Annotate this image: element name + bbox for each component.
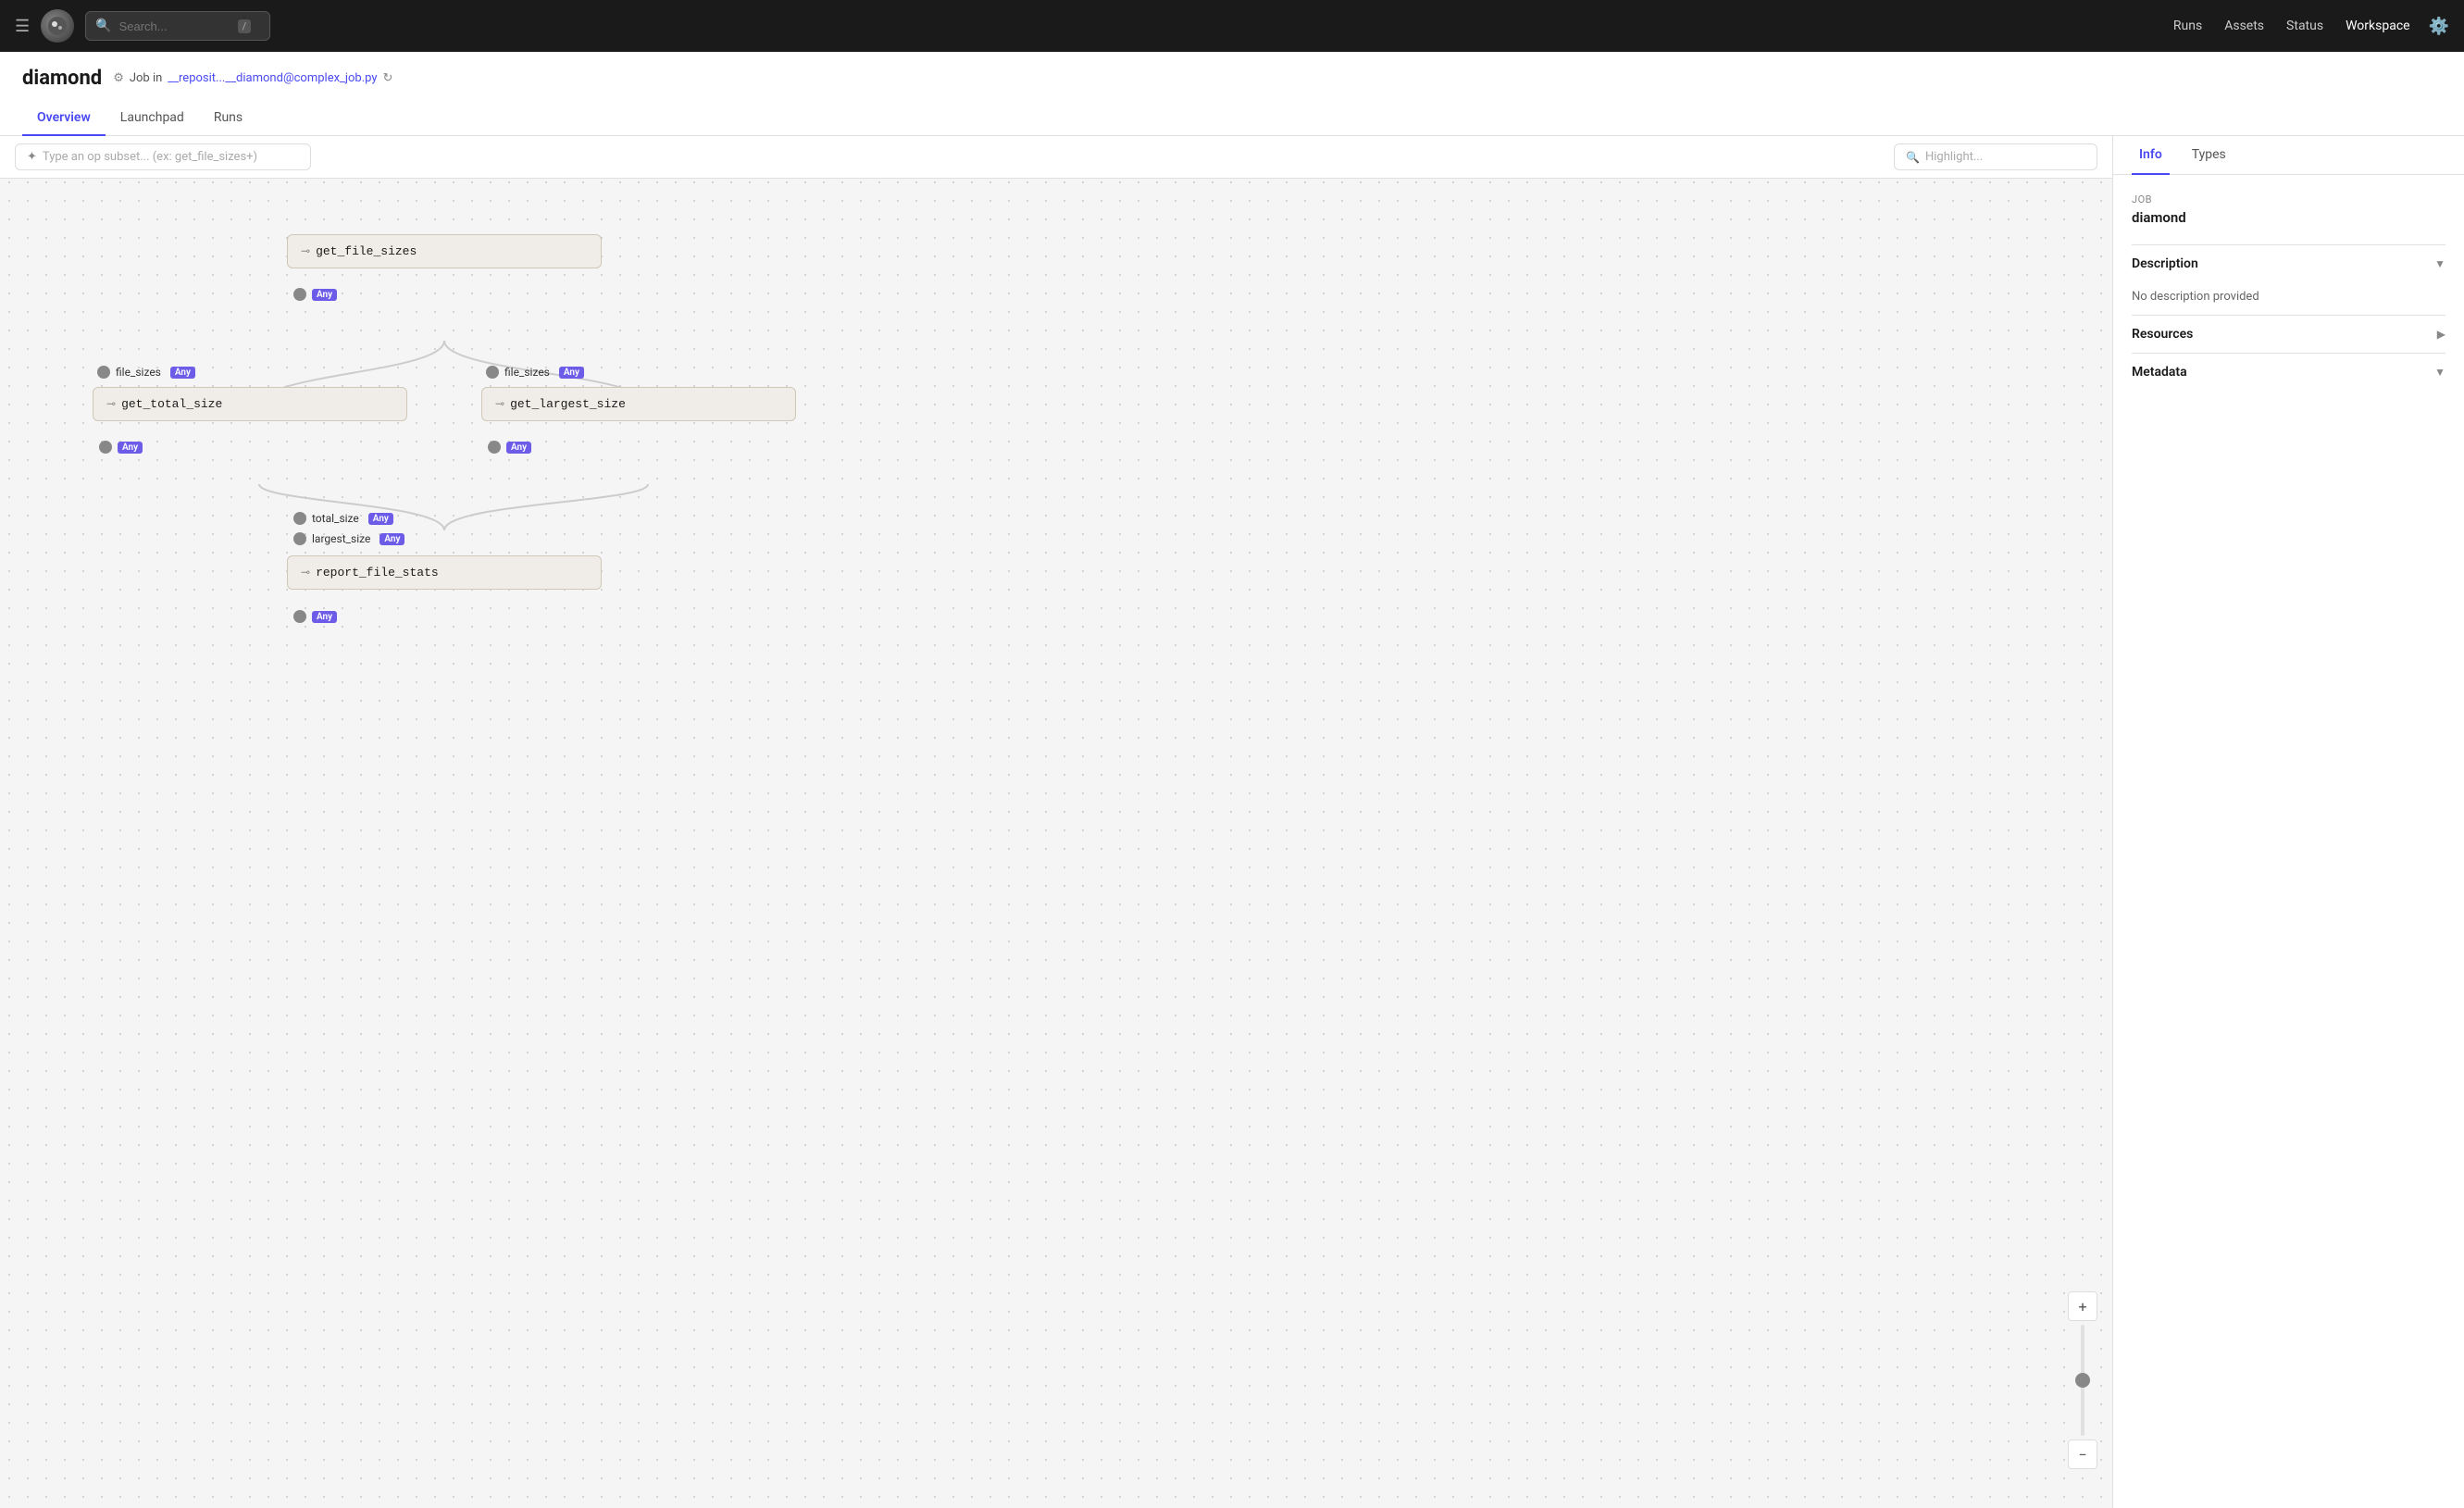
dot [293, 610, 306, 623]
any-badge: Any [118, 442, 143, 454]
node-report-file-stats[interactable]: ⊸ report_file_stats [287, 555, 602, 590]
main-layout: ✦ Type an op subset... (ex: get_file_siz… [0, 136, 2464, 1508]
input-total-size: total_size Any [293, 512, 393, 525]
dot [488, 441, 501, 454]
output-dot-get-file-sizes: Any [293, 288, 337, 301]
resources-title: Resources [2132, 327, 2193, 342]
subset-input[interactable]: ✦ Type an op subset... (ex: get_file_siz… [15, 143, 311, 170]
output-dot-get-total-size: Any [99, 441, 143, 454]
metadata-title: Metadata [2132, 365, 2187, 380]
input-file-sizes-total: file_sizes Any [97, 366, 195, 379]
right-tab-info[interactable]: Info [2132, 136, 2170, 175]
nav-links: Runs Assets Status Workspace [2173, 19, 2410, 33]
node-get-largest-size[interactable]: ⊸ get_largest_size [481, 387, 796, 421]
input-label: largest_size [312, 532, 370, 545]
job-label: Job [2132, 193, 2445, 206]
dot [99, 441, 112, 454]
any-badge: Any [312, 289, 337, 301]
zoom-controls: + − [2068, 1291, 2097, 1469]
input-label: total_size [312, 512, 359, 525]
nav-assets[interactable]: Assets [2224, 19, 2264, 33]
toolbar-row: ✦ Type an op subset... (ex: get_file_siz… [0, 136, 2112, 179]
right-panel-content: Job diamond Description ▼ No description… [2113, 175, 2464, 1508]
tab-launchpad[interactable]: Launchpad [106, 101, 199, 136]
job-meta-icon: ⚙ [113, 71, 124, 85]
node-label-get-total-size: get_total_size [121, 397, 222, 411]
zoom-slider-thumb[interactable] [2075, 1373, 2090, 1388]
input-label: file_sizes [504, 366, 550, 379]
right-tab-types[interactable]: Types [2184, 136, 2234, 175]
dot [293, 512, 306, 525]
right-panel: Info Types Job diamond Description ▼ No … [2112, 136, 2464, 1508]
dot [293, 288, 306, 301]
any-badge: Any [312, 611, 337, 623]
graph-area: ✦ Type an op subset... (ex: get_file_siz… [0, 136, 2112, 1508]
nav-status[interactable]: Status [2286, 19, 2323, 33]
job-meta-link[interactable]: __reposit...__diamond@complex_job.py [168, 71, 377, 85]
settings-icon[interactable]: ⚙️ [2429, 17, 2449, 36]
nav-runs[interactable]: Runs [2173, 19, 2202, 33]
logo-avatar [41, 9, 74, 43]
tab-overview[interactable]: Overview [22, 101, 106, 136]
dot [97, 366, 110, 379]
graph-canvas[interactable]: ⊸ get_file_sizes Any file_sizes Any ⊸ ge… [0, 179, 2112, 1506]
zoom-out-button[interactable]: − [2068, 1439, 2097, 1469]
node-label-get-file-sizes: get_file_sizes [316, 244, 417, 258]
metadata-arrow: ▼ [2434, 366, 2445, 379]
nav-workspace[interactable]: Workspace [2346, 19, 2410, 33]
input-largest-size: largest_size Any [293, 532, 404, 545]
subset-icon: ✦ [27, 150, 37, 164]
zoom-slider-track[interactable] [2081, 1325, 2084, 1436]
highlight-input[interactable]: 🔍 Highlight... [1894, 143, 2097, 170]
hamburger-icon[interactable]: ☰ [15, 17, 30, 36]
description-section-header[interactable]: Description ▼ [2132, 244, 2445, 282]
page-title: diamond [22, 67, 102, 90]
connections-svg [0, 179, 2112, 1506]
subset-placeholder: Type an op subset... (ex: get_file_sizes… [43, 150, 257, 164]
page-header: diamond ⚙ Job in __reposit...__diamond@c… [0, 52, 2464, 136]
any-badge: Any [506, 442, 531, 454]
search-input[interactable] [119, 19, 230, 33]
resources-section-header[interactable]: Resources ▶ [2132, 315, 2445, 353]
right-panel-tabs: Info Types [2113, 136, 2464, 175]
search-bar[interactable]: 🔍 / [85, 11, 270, 41]
search-icon: 🔍 [95, 19, 111, 33]
job-meta-text: Job in [130, 71, 162, 85]
job-name-display: diamond [2132, 209, 2445, 226]
dot [293, 532, 306, 545]
node-get-file-sizes[interactable]: ⊸ get_file_sizes [287, 234, 602, 268]
description-content: No description provided [2132, 282, 2445, 315]
any-badge: Any [368, 513, 393, 525]
node-get-total-size[interactable]: ⊸ get_total_size [93, 387, 407, 421]
tab-runs[interactable]: Runs [199, 101, 257, 136]
search-shortcut: / [238, 19, 252, 33]
highlight-placeholder: Highlight... [1925, 150, 1983, 164]
zoom-in-button[interactable]: + [2068, 1291, 2097, 1321]
metadata-section-header[interactable]: Metadata ▼ [2132, 353, 2445, 391]
resources-arrow: ▶ [2437, 328, 2445, 341]
top-nav: ☰ 🔍 / Runs Assets Status Workspace ⚙️ [0, 0, 2464, 52]
input-label: file_sizes [116, 366, 161, 379]
refresh-icon[interactable]: ↻ [383, 71, 393, 85]
node-label-get-largest-size: get_largest_size [510, 397, 626, 411]
output-dot-report-file-stats: Any [293, 610, 337, 623]
highlight-icon: 🔍 [1906, 151, 1920, 164]
any-badge: Any [380, 533, 404, 545]
any-badge: Any [559, 367, 584, 379]
description-title: Description [2132, 256, 2198, 271]
job-meta: ⚙ Job in __reposit...__diamond@complex_j… [113, 71, 392, 85]
dot [486, 366, 499, 379]
any-badge: Any [170, 367, 195, 379]
description-arrow: ▼ [2434, 257, 2445, 270]
node-label-report-file-stats: report_file_stats [316, 566, 439, 580]
output-dot-get-largest-size: Any [488, 441, 531, 454]
tab-bar: Overview Launchpad Runs [22, 101, 2442, 135]
input-file-sizes-largest: file_sizes Any [486, 366, 584, 379]
